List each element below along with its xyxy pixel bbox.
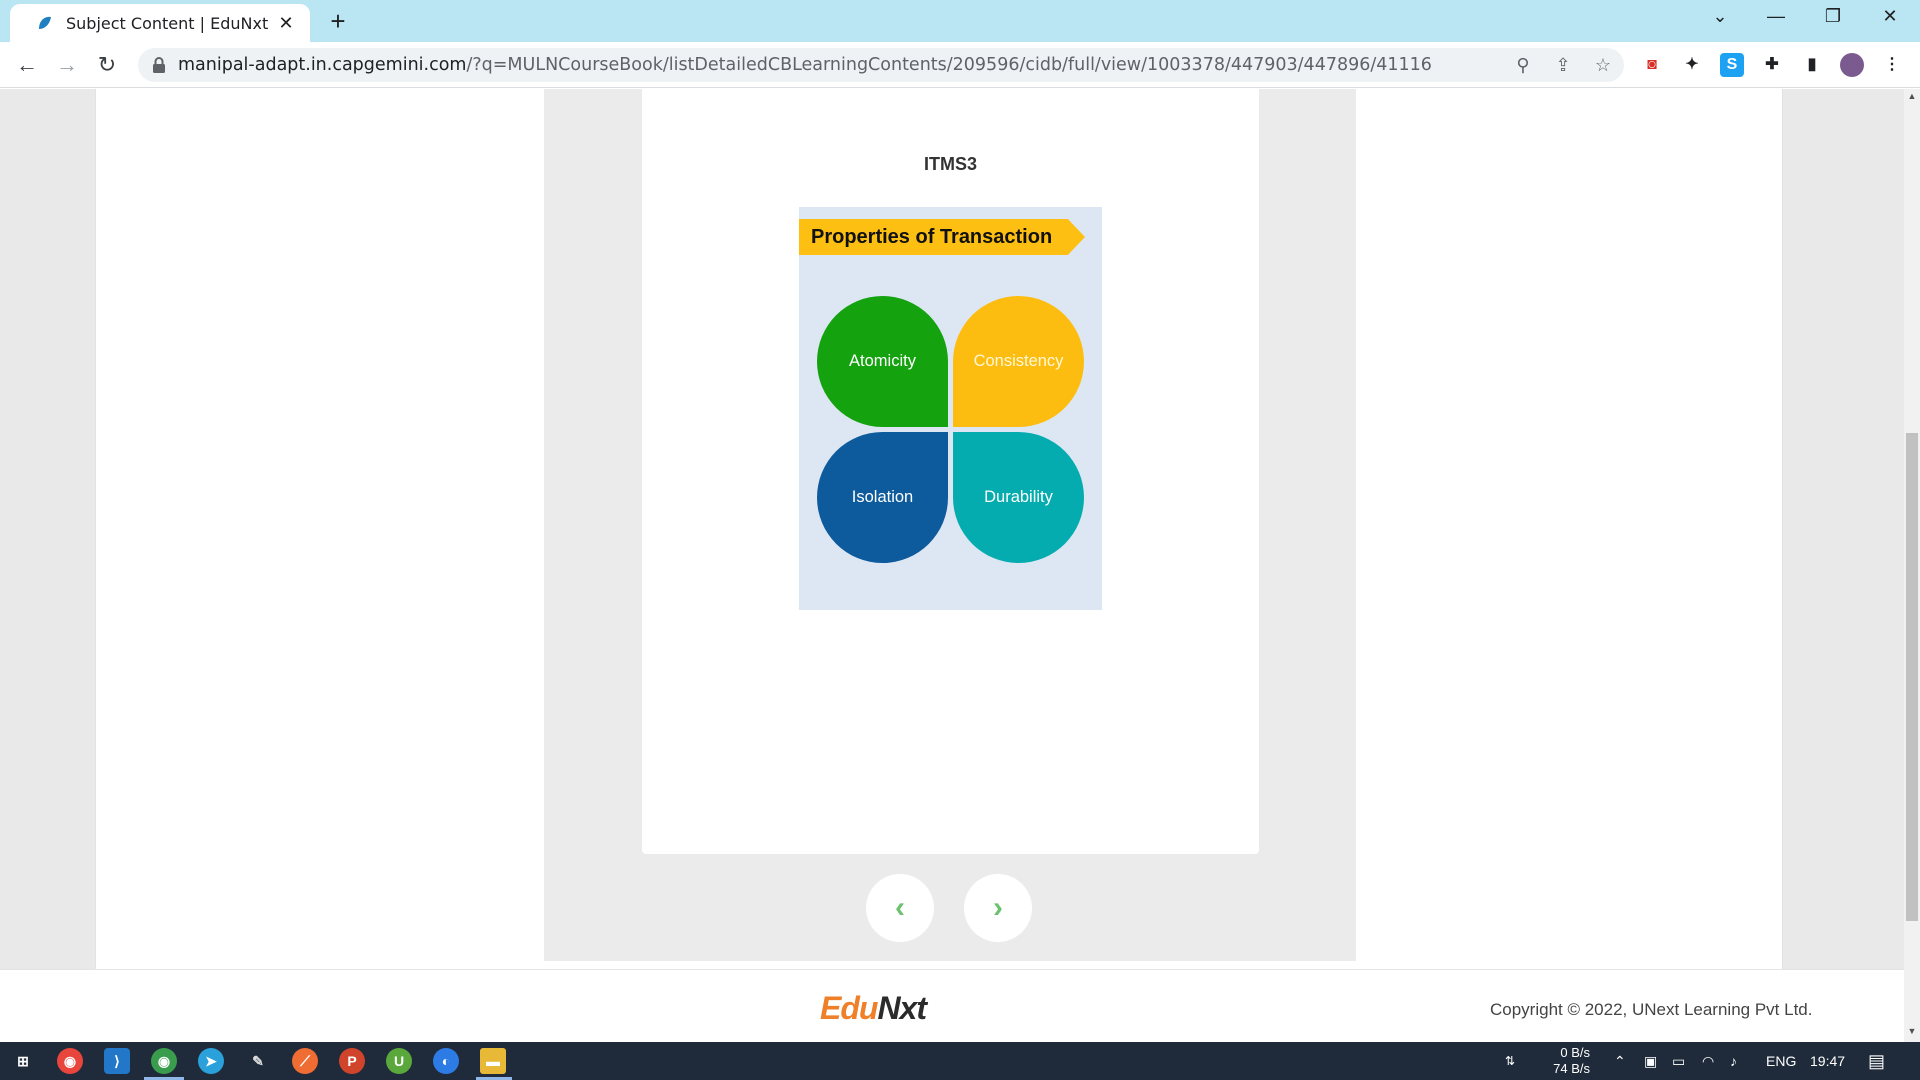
show-hidden-icons[interactable]: ⌃ [1614, 1042, 1626, 1080]
file-explorer-taskbar-icon[interactable]: ▬ [480, 1048, 506, 1074]
tab-strip: Subject Content | EduNxt ✕ + ⌄ — ❐ ✕ [0, 0, 1920, 42]
tab-close-icon[interactable]: ✕ [276, 13, 296, 34]
banner-text: Properties of Transaction [811, 226, 1053, 248]
u-app-taskbar-icon[interactable]: U [386, 1048, 412, 1074]
edunxt-logo[interactable]: EduNxt [820, 990, 927, 1027]
side-panel-icon[interactable]: ▮ [1800, 53, 1824, 77]
tab-subject-content[interactable]: Subject Content | EduNxt ✕ [10, 4, 310, 42]
volume-icon[interactable]: ♪ [1730, 1042, 1737, 1080]
close-window-icon[interactable]: ✕ [1870, 6, 1910, 27]
petal-isolation: Isolation [817, 432, 948, 563]
windows-start-icon[interactable]: ⊞ [10, 1048, 36, 1074]
wifi-icon[interactable]: ◠ [1702, 1042, 1714, 1080]
app-taskbar-icon[interactable]: ✎ [245, 1048, 271, 1074]
telegram-taskbar-icon[interactable]: ➤ [198, 1048, 224, 1074]
clock[interactable]: 19:47 [1810, 1042, 1845, 1080]
network-speed: 0 B/s 74 B/s [1538, 1045, 1590, 1077]
slide-title: ITMS3 [923, 154, 977, 174]
vscode-taskbar-icon[interactable]: ⟩ [104, 1048, 130, 1074]
next-page-button[interactable]: › [964, 874, 1032, 942]
logo-edu: Edu [820, 990, 878, 1026]
chevron-right-icon: › [993, 891, 1003, 924]
petal-consistency: Consistency [953, 296, 1084, 427]
scroll-down-icon[interactable]: ▼ [1904, 1026, 1920, 1040]
p-app-taskbar-icon[interactable]: P [339, 1048, 365, 1074]
forward-button[interactable]: → [52, 50, 82, 80]
copyright-text: Copyright © 2022, UNext Learning Pvt Ltd… [1490, 1000, 1813, 1019]
petal-label: Durability [984, 488, 1053, 506]
lock-icon [153, 57, 165, 73]
windows-taskbar: ⊞ ◉ ⟩ ◉ ➤ ✎ ⟋ P U ◐ ▬ ⇅ 0 B/s 74 B/s ⌃ ▣… [0, 1042, 1920, 1080]
battery-icon[interactable]: ▭ [1672, 1042, 1685, 1080]
url-path: /?q=MULNCourseBook/listDetailedCBLearnin… [466, 55, 1432, 75]
scroll-up-icon[interactable]: ▲ [1904, 91, 1920, 105]
transaction-properties-figure: Properties of Transaction Atomicity Cons… [799, 207, 1102, 610]
page-scrollbar[interactable]: ▲ ▼ [1904, 89, 1920, 1042]
bookmark-star-icon[interactable]: ☆ [1592, 54, 1614, 76]
url-text: manipal-adapt.in.capgemini.com/?q=MULNCo… [178, 48, 1432, 82]
s-extension-icon[interactable]: S [1720, 53, 1744, 77]
profile-avatar[interactable] [1840, 53, 1864, 77]
figure-banner: Properties of Transaction [799, 219, 1085, 255]
postman-taskbar-icon[interactable]: ⟋ [292, 1048, 318, 1074]
content-viewer: ITMS3 Properties of Transaction Atomicit… [544, 89, 1356, 961]
logo-nxt: Nxt [877, 990, 927, 1026]
zoom-icon[interactable]: ⚲ [1512, 54, 1534, 76]
petal-atomicity: Atomicity [817, 296, 948, 427]
minimize-icon[interactable]: — [1756, 6, 1796, 27]
edunxt-favicon-icon [39, 16, 51, 29]
address-bar[interactable]: manipal-adapt.in.capgemini.com/?q=MULNCo… [138, 48, 1624, 82]
browser-toolbar: ← → ↻ manipal-adapt.in.capgemini.com/?q=… [0, 42, 1920, 88]
slide-card: ITMS3 Properties of Transaction Atomicit… [642, 89, 1259, 854]
petal-label: Isolation [851, 488, 914, 506]
tab-title: Subject Content | EduNxt [66, 13, 269, 33]
chrome-taskbar-icon[interactable]: ◉ [57, 1048, 83, 1074]
restore-icon[interactable]: ❐ [1813, 6, 1853, 27]
reload-button[interactable]: ↻ [92, 50, 122, 80]
chrome-active-taskbar-icon[interactable]: ◉ [151, 1048, 177, 1074]
petal-label: Consistency [973, 352, 1064, 370]
petal-durability: Durability [953, 432, 1084, 563]
meet-now-icon[interactable]: ▣ [1644, 1042, 1657, 1080]
tab-search-icon[interactable]: ⌄ [1700, 6, 1740, 27]
previous-page-button[interactable]: ‹ [866, 874, 934, 942]
language-indicator[interactable]: ENG [1766, 1042, 1796, 1080]
share-icon[interactable]: ⇪ [1552, 54, 1574, 76]
chevron-left-icon: ‹ [895, 891, 905, 924]
browser-taskbar-icon[interactable]: ◐ [433, 1048, 459, 1074]
url-domain: manipal-adapt.in.capgemini.com [178, 55, 467, 75]
notifications-icon[interactable]: ▤ [1868, 1042, 1885, 1080]
puzzle-icon[interactable]: ✚ [1760, 53, 1784, 77]
new-tab-button[interactable]: + [326, 8, 350, 34]
petal-label: Atomicity [849, 352, 916, 370]
net-arrows-icon: ⇅ [1505, 1054, 1516, 1068]
page-content: ITMS3 Properties of Transaction Atomicit… [0, 89, 1904, 1042]
menu-kebab-icon[interactable]: ⋮ [1880, 53, 1904, 77]
extension-icon[interactable]: ✦ [1680, 53, 1704, 77]
pocket-extension-icon[interactable]: ◙ [1640, 53, 1664, 77]
net-up: 0 B/s [1560, 1045, 1590, 1060]
back-button[interactable]: ← [12, 50, 42, 80]
page-footer: EduNxt Copyright © 2022, UNext Learning … [0, 969, 1904, 1042]
scroll-thumb[interactable] [1906, 433, 1918, 921]
net-down: 74 B/s [1553, 1061, 1590, 1076]
